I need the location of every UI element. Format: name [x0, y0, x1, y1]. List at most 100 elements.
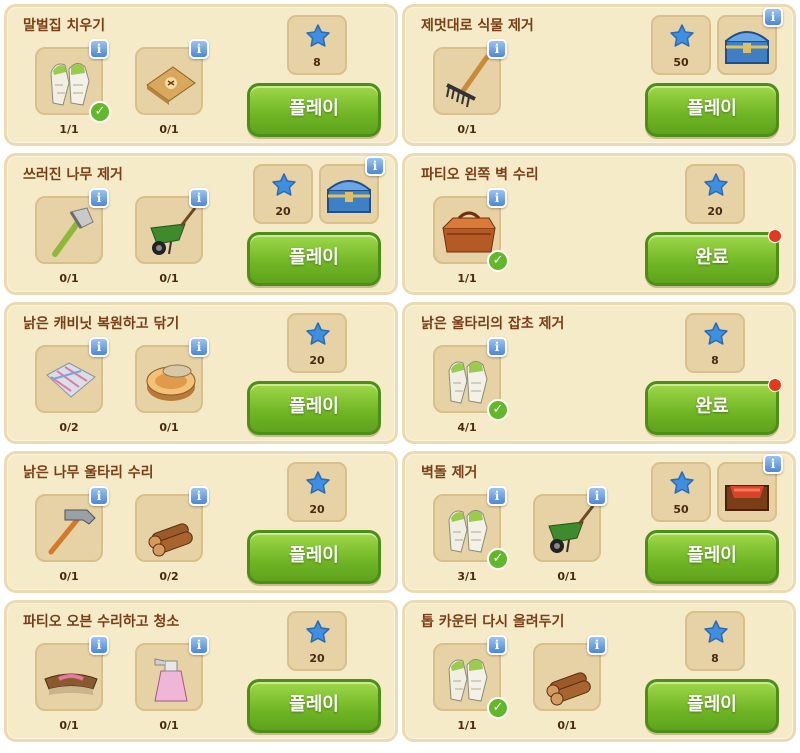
- star-icon: [271, 172, 297, 202]
- done-button[interactable]: 완료: [645, 378, 782, 435]
- requirement-tile[interactable]: i ✓: [433, 188, 509, 272]
- task-title: 쓰러진 나무 제거: [23, 167, 123, 183]
- brush-icon: [44, 673, 98, 695]
- star-reward-value: 20: [275, 205, 291, 218]
- chest-reward[interactable]: i: [319, 156, 385, 224]
- play-button[interactable]: 플레이: [645, 530, 779, 584]
- task-title: 톱 카운터 다시 올려두기: [421, 614, 565, 630]
- star-icon: [703, 172, 729, 202]
- checkmark-icon: ✓: [487, 399, 509, 421]
- task-card: 톱 카운터 다시 올려두기 i ✓ 1/1 i 0/1 8 플레이: [402, 600, 796, 742]
- requirement-count: 0/1: [59, 570, 79, 583]
- logs-icon: [148, 523, 193, 557]
- done-button[interactable]: 완료: [645, 229, 782, 286]
- play-button[interactable]: 플레이: [645, 83, 779, 137]
- star-reward: 50: [651, 462, 711, 522]
- checkmark-icon: ✓: [487, 548, 509, 570]
- spray-bottle-icon: [154, 658, 188, 702]
- play-button[interactable]: 플레이: [247, 83, 381, 137]
- task-card: 제멋대로 식물 제거 i 0/1 50 i 플레이: [402, 4, 796, 146]
- requirement-count: 0/1: [557, 570, 577, 583]
- blue-chest-icon: [725, 31, 769, 64]
- info-icon[interactable]: i: [587, 486, 607, 506]
- info-icon[interactable]: i: [587, 635, 607, 655]
- star-reward: 8: [685, 611, 745, 671]
- info-icon[interactable]: i: [89, 188, 109, 208]
- requirement-tile[interactable]: i ✓: [35, 39, 111, 123]
- task-card: 낡은 캐비닛 복원하고 닦기 i 0/2 i 0/1 20 플레이: [4, 302, 398, 444]
- requirement-tile[interactable]: i: [135, 188, 209, 264]
- info-icon[interactable]: i: [189, 635, 209, 655]
- info-icon[interactable]: i: [763, 7, 783, 27]
- star-reward: 50: [651, 15, 711, 75]
- info-icon[interactable]: i: [487, 337, 507, 357]
- requirement-tile[interactable]: i: [135, 635, 209, 711]
- requirement-count: 4/1: [457, 421, 477, 434]
- info-icon[interactable]: i: [189, 188, 209, 208]
- info-icon[interactable]: i: [487, 39, 507, 59]
- play-button[interactable]: 플레이: [247, 232, 381, 286]
- blue-chest-icon: [327, 180, 371, 213]
- star-reward-value: 8: [313, 56, 321, 69]
- info-icon[interactable]: i: [89, 337, 109, 357]
- requirement-tile[interactable]: i: [533, 486, 607, 562]
- requirement-count: 0/2: [159, 570, 179, 583]
- play-button[interactable]: 플레이: [645, 679, 779, 733]
- rake-icon: [446, 54, 490, 108]
- info-icon[interactable]: i: [89, 486, 109, 506]
- requirement-count: 0/1: [557, 719, 577, 732]
- requirement-tile[interactable]: i: [35, 635, 109, 711]
- requirement-tile[interactable]: i ✓: [433, 337, 509, 421]
- red-chest-icon: [725, 485, 769, 511]
- requirement-tile[interactable]: i: [135, 337, 209, 413]
- chest-reward[interactable]: i: [717, 454, 783, 522]
- info-icon[interactable]: i: [763, 454, 783, 474]
- requirement-tile[interactable]: i ✓: [433, 486, 509, 570]
- notification-dot: [768, 229, 782, 243]
- star-reward-value: 20: [309, 652, 325, 665]
- star-icon: [669, 23, 695, 53]
- star-icon: [703, 619, 729, 649]
- requirement-count: 0/1: [59, 272, 79, 285]
- requirement-tile[interactable]: i: [35, 337, 109, 413]
- star-reward-value: 8: [711, 354, 719, 367]
- info-icon[interactable]: i: [89, 39, 109, 59]
- requirement-tile[interactable]: i: [433, 39, 507, 115]
- star-icon: [305, 619, 331, 649]
- requirement-count: 0/1: [159, 272, 179, 285]
- task-card: 말벌집 치우기 i ✓ 1/1 i 0/1 8 플레이: [4, 4, 398, 146]
- checkmark-icon: ✓: [89, 101, 111, 123]
- logs-icon: [546, 672, 591, 706]
- play-button[interactable]: 플레이: [247, 530, 381, 584]
- requirement-tile[interactable]: i: [135, 39, 209, 115]
- requirement-tile[interactable]: i: [35, 486, 109, 562]
- task-card: 낡은 나무 울타리 수리 i 0/1 i 0/2 20 플레이: [4, 451, 398, 593]
- info-icon[interactable]: i: [487, 188, 507, 208]
- star-reward-value: 50: [673, 503, 689, 516]
- requirement-tile[interactable]: i: [135, 486, 209, 562]
- task-title: 말벌집 치우기: [23, 18, 106, 34]
- play-button[interactable]: 플레이: [247, 679, 381, 733]
- star-reward: 20: [287, 611, 347, 671]
- task-title: 낡은 울타리의 잡초 제거: [421, 316, 565, 332]
- star-reward-value: 50: [673, 56, 689, 69]
- requirement-tile[interactable]: i: [35, 188, 109, 264]
- star-reward-value: 20: [309, 503, 325, 516]
- requirement-tile[interactable]: i ✓: [433, 635, 509, 719]
- requirement-count: 0/1: [59, 719, 79, 732]
- star-reward: 20: [287, 462, 347, 522]
- requirement-count: 0/1: [159, 719, 179, 732]
- chest-reward[interactable]: i: [717, 7, 783, 75]
- requirement-tile[interactable]: i: [533, 635, 607, 711]
- play-button[interactable]: 플레이: [247, 381, 381, 435]
- info-icon[interactable]: i: [487, 486, 507, 506]
- info-icon[interactable]: i: [189, 486, 209, 506]
- info-icon[interactable]: i: [487, 635, 507, 655]
- task-title: 벽돌 제거: [421, 465, 478, 481]
- info-icon[interactable]: i: [189, 337, 209, 357]
- info-icon[interactable]: i: [365, 156, 385, 176]
- star-reward: 20: [287, 313, 347, 373]
- info-icon[interactable]: i: [89, 635, 109, 655]
- task-title: 낡은 나무 울타리 수리: [23, 465, 154, 481]
- info-icon[interactable]: i: [189, 39, 209, 59]
